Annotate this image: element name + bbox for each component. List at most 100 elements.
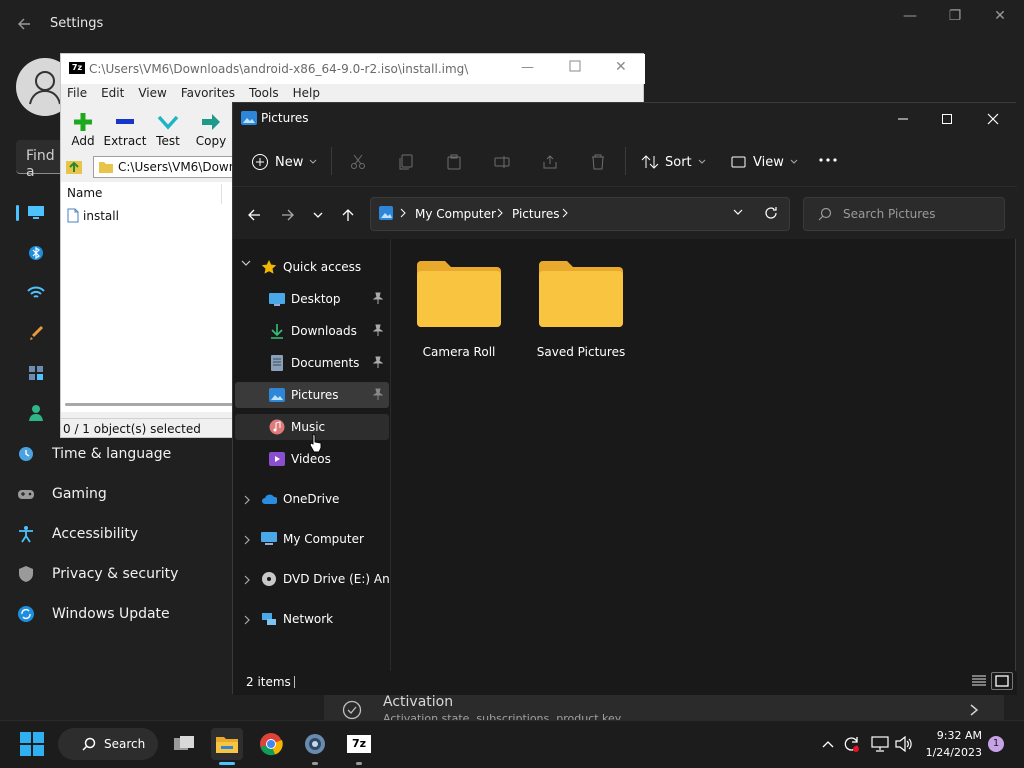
copy-icon[interactable] xyxy=(394,150,418,174)
nav-privacy-security[interactable]: Privacy & security xyxy=(16,555,178,593)
nav-pictures[interactable]: Pictures xyxy=(269,382,389,408)
breadcrumb-my-computer[interactable]: My Computer xyxy=(415,207,496,221)
paste-icon[interactable] xyxy=(442,150,466,174)
notification-badge[interactable]: 1 xyxy=(988,736,1004,752)
wifi-icon[interactable] xyxy=(27,286,45,300)
file-row[interactable]: install xyxy=(67,208,119,223)
apps-icon[interactable] xyxy=(28,365,44,381)
back-arrow-icon[interactable] xyxy=(14,14,34,34)
sevenzip-address-field[interactable]: C:\Users\VM6\Downloads\android xyxy=(93,156,253,178)
chevron-right-icon[interactable] xyxy=(968,702,980,718)
activation-subtitle: Activation state, subscriptions, product… xyxy=(383,712,622,720)
test-button[interactable]: Test xyxy=(146,110,190,148)
extract-button[interactable]: Extract xyxy=(103,110,147,148)
rename-icon[interactable] xyxy=(490,150,514,174)
sevenzip-taskbar-icon[interactable]: 7z xyxy=(343,728,375,760)
close-icon[interactable] xyxy=(973,107,1013,131)
find-setting-input[interactable]: Find a xyxy=(16,140,66,180)
breadcrumb-pictures[interactable]: Pictures xyxy=(512,207,560,221)
menu-edit[interactable]: Edit xyxy=(101,86,124,100)
chevron-down-icon xyxy=(790,159,798,165)
address-history-chevron-icon[interactable] xyxy=(733,209,743,216)
details-view-icon[interactable] xyxy=(971,674,987,688)
chrome-icon[interactable] xyxy=(255,728,287,760)
close-icon[interactable]: ✕ xyxy=(990,8,1010,26)
delete-icon[interactable] xyxy=(586,150,610,174)
nav-onedrive[interactable]: OneDrive xyxy=(261,486,389,512)
minimize-icon[interactable]: — xyxy=(900,8,920,26)
nav-desktop[interactable]: Desktop xyxy=(269,286,389,312)
large-icons-view-icon[interactable] xyxy=(991,672,1013,690)
clock-date[interactable]: 1/24/2023 xyxy=(918,746,982,759)
menu-favorites[interactable]: Favorites xyxy=(181,86,235,100)
taskbar-search[interactable]: Search xyxy=(58,728,158,760)
forward-icon[interactable] xyxy=(276,203,300,227)
refresh-icon[interactable] xyxy=(764,206,778,220)
clock-time[interactable]: 9:32 AM xyxy=(920,729,982,742)
task-view-icon[interactable] xyxy=(168,728,200,760)
nav-network[interactable]: Network xyxy=(261,606,389,632)
nav-gaming[interactable]: Gaming xyxy=(16,475,107,513)
cut-icon[interactable] xyxy=(346,150,370,174)
restore-icon[interactable]: ❐ xyxy=(945,8,965,26)
view-button[interactable]: View xyxy=(731,149,798,175)
add-button[interactable]: Add xyxy=(61,110,105,148)
sevenzip-logo: 7z xyxy=(347,735,371,753)
nav-music[interactable]: Music xyxy=(269,414,389,440)
close-icon[interactable]: ✕ xyxy=(615,59,627,75)
menu-tools[interactable]: Tools xyxy=(249,86,279,100)
nav-documents[interactable]: Documents xyxy=(269,350,389,376)
maximize-icon[interactable] xyxy=(569,60,581,72)
file-explorer-taskbar-icon[interactable] xyxy=(211,728,243,760)
nav-quick-access[interactable]: Quick access xyxy=(261,254,361,280)
nav-downloads[interactable]: Downloads xyxy=(269,318,389,344)
menu-file[interactable]: File xyxy=(67,86,87,100)
personalization-brush-icon[interactable] xyxy=(28,325,44,341)
folder-camera-roll[interactable]: Camera Roll xyxy=(411,259,507,359)
copy-label: Copy xyxy=(195,134,227,148)
menu-help[interactable]: Help xyxy=(293,86,320,100)
system-icon[interactable] xyxy=(27,205,45,219)
menu-view[interactable]: View xyxy=(138,86,166,100)
nav-dvd-drive[interactable]: DVD Drive (E:) Andro xyxy=(261,566,389,592)
pin-icon[interactable] xyxy=(373,388,383,400)
sevenzip-title: C:\Users\VM6\Downloads\android-x86_64-9.… xyxy=(89,62,469,76)
minimize-icon[interactable] xyxy=(883,107,923,131)
expand-chevron-icon[interactable] xyxy=(243,615,251,625)
folder-saved-pictures[interactable]: Saved Pictures xyxy=(533,259,629,359)
up-icon[interactable] xyxy=(336,203,360,227)
pin-icon[interactable] xyxy=(373,324,383,336)
expand-chevron-icon[interactable] xyxy=(243,535,251,545)
nav-accessibility[interactable]: Accessibility xyxy=(16,515,138,553)
recent-chevron-icon[interactable] xyxy=(306,203,330,227)
expand-chevron-icon[interactable] xyxy=(243,495,251,505)
share-icon[interactable] xyxy=(538,150,562,174)
column-header-name[interactable]: Name xyxy=(67,186,102,200)
up-folder-icon[interactable] xyxy=(65,158,83,176)
volume-icon[interactable] xyxy=(888,728,920,760)
extract-label: Extract xyxy=(103,134,147,148)
expand-chevron-icon[interactable] xyxy=(241,259,251,267)
expand-chevron-icon[interactable] xyxy=(243,575,251,585)
new-button[interactable]: New xyxy=(251,149,317,175)
pin-icon[interactable] xyxy=(373,292,383,304)
bluetooth-icon[interactable] xyxy=(29,244,43,262)
horizontal-scrollbar[interactable] xyxy=(65,403,233,406)
nav-time-language[interactable]: Time & language xyxy=(16,435,171,473)
shield-icon xyxy=(16,564,36,584)
nav-videos[interactable]: Videos xyxy=(269,446,389,472)
nav-my-computer[interactable]: My Computer xyxy=(261,526,389,552)
nav-windows-update[interactable]: Windows Update xyxy=(16,595,170,633)
maximize-icon[interactable] xyxy=(927,107,967,131)
download-icon xyxy=(269,323,285,339)
file-name: install xyxy=(83,208,119,223)
more-options-icon[interactable] xyxy=(819,158,837,162)
settings-gear-icon[interactable] xyxy=(299,728,331,760)
start-windows-icon[interactable] xyxy=(16,728,48,760)
sort-button[interactable]: Sort xyxy=(641,149,706,175)
accounts-icon[interactable] xyxy=(28,404,44,422)
back-icon[interactable] xyxy=(242,203,266,227)
pin-icon[interactable] xyxy=(373,356,383,368)
minimize-icon[interactable]: — xyxy=(521,60,534,75)
copy-button[interactable]: Copy xyxy=(189,110,233,148)
